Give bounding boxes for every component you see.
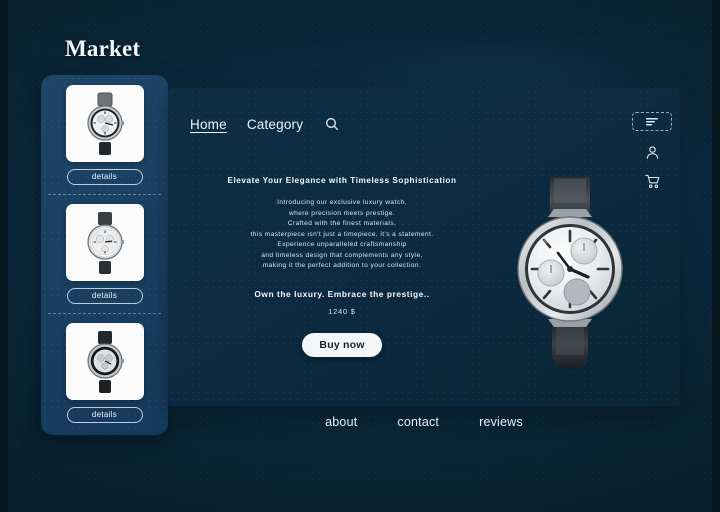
main-content-panel: Home Category Elevate Your Elegance with…	[168, 88, 680, 406]
luxury-chronograph-watch-graphic	[517, 177, 623, 369]
watch-thumbnail-3-image	[65, 323, 144, 400]
nav-link-home[interactable]: Home	[190, 117, 227, 132]
footer-link-contact[interactable]: contact	[397, 415, 439, 429]
utility-rail	[632, 112, 672, 189]
product-price: 1240 $	[328, 306, 356, 316]
shopping-cart-icon[interactable]	[644, 174, 660, 189]
details-button[interactable]: details	[66, 407, 143, 423]
hero-copy: Elevate Your Elegance with Timeless Soph…	[208, 176, 476, 357]
hero-body-line: Experience unparalleled craftsmanship	[277, 241, 407, 248]
hero-tagline: Own the luxury. Embrace the prestige..	[254, 288, 430, 299]
footer-link-about[interactable]: about	[325, 415, 357, 429]
list-item[interactable]: details	[41, 194, 168, 313]
list-item[interactable]: details	[41, 313, 168, 432]
hero-body-line: where precision meets prestige.	[288, 209, 396, 217]
watch-graphic	[86, 330, 124, 393]
nav-link-category[interactable]: Category	[247, 117, 303, 132]
watch-thumbnail-1-image	[65, 85, 144, 162]
user-icon[interactable]	[645, 145, 660, 160]
details-button[interactable]: details	[66, 288, 143, 304]
watch-graphic	[86, 92, 124, 155]
hero-body-line: Introducing our exclusive luxury watch,	[277, 199, 407, 206]
product-sidebar: details details details	[41, 75, 168, 435]
page-backdrop: Market details details details Home Cate…	[8, 0, 712, 512]
watch-graphic	[86, 211, 124, 274]
brand-title: Market	[65, 36, 141, 61]
list-item[interactable]: details	[41, 75, 168, 194]
hero-body-line: Crafted with the finest materials,	[287, 220, 397, 227]
hero-headline: Elevate Your Elegance with Timeless Soph…	[227, 176, 457, 185]
hero-body-line: making it the perfect addition to your c…	[262, 262, 422, 269]
hero-body-line: and timeless design that complements any…	[261, 251, 423, 259]
search-icon[interactable]	[323, 115, 341, 133]
footer-navigation: about contact reviews	[168, 415, 680, 429]
menu-list-icon[interactable]	[632, 112, 672, 131]
footer-link-reviews[interactable]: reviews	[479, 415, 523, 429]
hero-body-line: this masterpiece isn't just a timepiece,…	[250, 230, 434, 238]
hero-product-image	[510, 173, 630, 373]
watch-thumbnail-2-image	[65, 204, 144, 281]
details-button[interactable]: details	[66, 169, 143, 185]
app-screenshot: Market details details details Home Cate…	[0, 0, 720, 512]
menu-lines-icon	[646, 118, 658, 126]
primary-navigation: Home Category	[190, 115, 341, 133]
buy-now-button[interactable]: Buy now	[302, 332, 382, 357]
